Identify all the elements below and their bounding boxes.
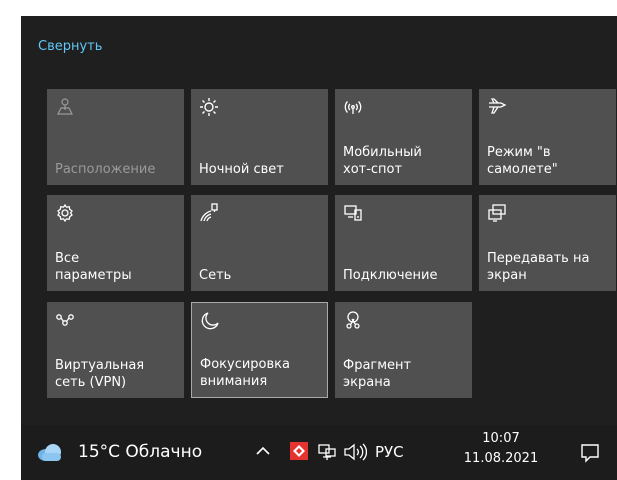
tile-mobile-hotspot[interactable]: Мобильный хот-спот [335, 89, 472, 185]
tile-night-light[interactable]: Ночной свет [191, 89, 328, 185]
tile-location[interactable]: Расположение [47, 89, 184, 185]
tile-focus-assist[interactable]: Фокусировка внимания [191, 302, 328, 398]
tile-label: Подключение [343, 268, 438, 283]
tile-project[interactable]: Передавать на экран [479, 195, 616, 291]
chevron-up-icon[interactable] [253, 441, 273, 461]
tile-screen-snip[interactable]: Фрагмент экрана [335, 302, 472, 398]
clock-date: 11.08.2021 [463, 451, 539, 466]
tile-label: Сеть [199, 268, 232, 283]
connect-icon [343, 203, 363, 223]
tile-label: Фокусировка внимания [200, 357, 290, 389]
clock[interactable]: 10:07 11.08.2021 [461, 429, 541, 469]
vpn-icon [55, 310, 75, 330]
clock-time: 10:07 [482, 431, 520, 446]
weather-widget-text[interactable]: 15°C Облачно [78, 442, 202, 462]
tile-airplane-mode[interactable]: Режим "в самолете" [479, 89, 616, 185]
tile-label: Фрагмент экрана [343, 358, 412, 390]
collapse-link[interactable]: Свернуть [38, 39, 102, 54]
brightness-sun-icon [199, 97, 219, 117]
notification-icon[interactable] [579, 442, 601, 464]
tile-vpn[interactable]: Виртуальная сеть (VPN) [47, 302, 184, 398]
app-tray-icon[interactable] [289, 441, 309, 461]
network-tray-icon[interactable] [317, 442, 337, 462]
airplane-icon [487, 97, 507, 117]
tile-label: Мобильный хот-спот [343, 145, 422, 177]
network-icon [199, 203, 219, 223]
hotspot-icon [343, 97, 363, 117]
moon-icon [200, 311, 220, 331]
tile-label: Виртуальная сеть (VPN) [55, 358, 145, 390]
cloud-icon[interactable] [37, 443, 63, 461]
tile-label: Ночной свет [199, 162, 284, 177]
gear-icon [55, 203, 75, 223]
project-icon [487, 203, 507, 223]
tile-all-settings[interactable]: Все параметры [47, 195, 184, 291]
tile-label: Все параметры [55, 251, 132, 283]
language-indicator[interactable]: РУС [375, 443, 404, 461]
taskbar: 15°C Облачно РУС 10:07 11.08.2021 [21, 425, 617, 480]
tile-connect[interactable]: Подключение [335, 195, 472, 291]
volume-icon[interactable] [343, 442, 367, 462]
snip-icon [343, 310, 363, 330]
tile-label: Передавать на экран [487, 251, 590, 283]
tile-network[interactable]: Сеть [191, 195, 328, 291]
tile-label: Режим "в самолете" [487, 145, 558, 177]
location-icon [55, 97, 75, 117]
tile-label: Расположение [55, 162, 156, 177]
